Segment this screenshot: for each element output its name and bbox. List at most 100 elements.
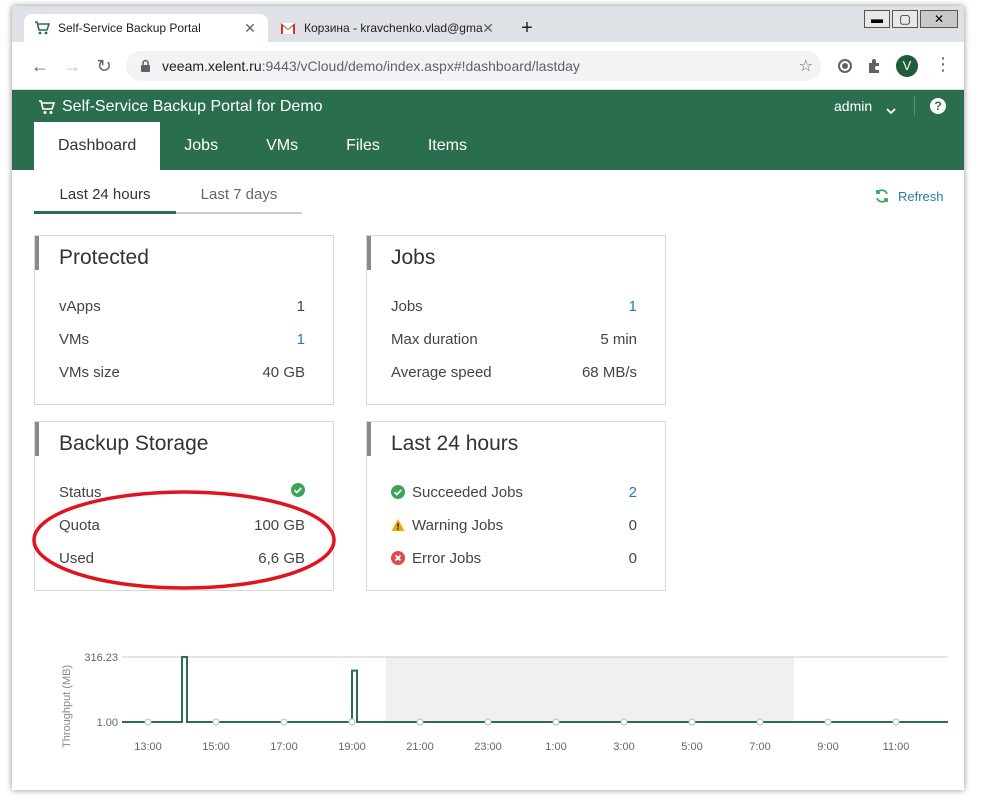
row-value: 6,6 GB bbox=[258, 549, 305, 567]
url-path: :9443/vCloud/demo/index.aspx#!dashboard/… bbox=[261, 58, 580, 74]
idle-shaded-region bbox=[386, 657, 794, 722]
x-tick-label: 3:00 bbox=[613, 741, 634, 753]
row-label: Error Jobs bbox=[412, 549, 482, 567]
close-tab-icon[interactable]: ✕ bbox=[480, 20, 496, 36]
row-value: 1 bbox=[296, 297, 305, 315]
card-row: Succeeded Jobs 2 bbox=[391, 482, 637, 502]
browser-menu-icon[interactable]: ⋮ bbox=[934, 54, 952, 75]
row-label: Succeeded Jobs bbox=[412, 483, 523, 501]
row-label: VMs bbox=[59, 330, 89, 348]
refresh-label: Refresh bbox=[898, 188, 944, 204]
x-tick-label: 9:00 bbox=[817, 741, 838, 753]
card-title: Last 24 hours bbox=[391, 432, 519, 455]
error-icon bbox=[391, 551, 405, 565]
help-icon[interactable]: ? bbox=[930, 98, 946, 114]
x-tick-label: 5:00 bbox=[681, 741, 702, 753]
minimize-button[interactable]: ▬ bbox=[864, 10, 890, 28]
card-row: Jobs 1 bbox=[391, 296, 637, 316]
bookmark-star-icon[interactable]: ☆ bbox=[799, 56, 813, 76]
succeeded-jobs-link[interactable]: 2 bbox=[629, 484, 637, 501]
row-label: Used bbox=[59, 549, 95, 567]
reload-icon[interactable]: ↻ bbox=[94, 56, 114, 76]
x-tick-label: 13:00 bbox=[134, 741, 162, 753]
card-row: Warning Jobs 0 bbox=[391, 515, 637, 535]
browser-window: Self-Service Backup Portal ✕ Корзина - k… bbox=[12, 6, 964, 790]
row-value: 68 MB/s bbox=[581, 363, 637, 381]
chevron-down-icon bbox=[886, 102, 896, 115]
card-accent bbox=[35, 422, 39, 456]
card-row: Max duration 5 min bbox=[391, 329, 637, 349]
row-value: 0 bbox=[628, 549, 637, 567]
x-tick-label: 23:00 bbox=[474, 741, 502, 753]
data-point-marker bbox=[484, 718, 492, 726]
refresh-icon bbox=[874, 188, 890, 204]
extensions-puzzle-icon[interactable] bbox=[866, 57, 884, 75]
close-window-button[interactable]: ✕ bbox=[920, 10, 958, 28]
success-icon bbox=[391, 485, 405, 499]
jobs-count-link[interactable]: 1 bbox=[629, 298, 637, 315]
data-point-marker bbox=[688, 718, 696, 726]
address-bar[interactable]: veeam.xelent.ru:9443/vCloud/demo/index.a… bbox=[126, 51, 821, 81]
user-menu[interactable]: admin bbox=[834, 98, 896, 115]
data-point-marker bbox=[620, 718, 628, 726]
refresh-button[interactable]: Refresh bbox=[874, 188, 944, 204]
profile-avatar[interactable]: V bbox=[896, 55, 918, 77]
nav-dashboard[interactable]: Dashboard bbox=[34, 122, 161, 170]
tab-last-7-days[interactable]: Last 7 days bbox=[176, 182, 302, 214]
check-circle-icon bbox=[291, 483, 305, 501]
new-tab-icon[interactable]: + bbox=[517, 18, 537, 38]
nav-jobs[interactable]: Jobs bbox=[160, 122, 242, 170]
x-tick-label: 21:00 bbox=[406, 741, 434, 753]
backup-storage-card: Backup Storage Status Quota 100 GB Used … bbox=[34, 421, 334, 591]
nav-files[interactable]: Files bbox=[322, 122, 404, 170]
nav-vms[interactable]: VMs bbox=[242, 122, 322, 170]
tab-backup-portal[interactable]: Self-Service Backup Portal ✕ bbox=[24, 14, 268, 42]
tab-last-24-hours[interactable]: Last 24 hours bbox=[34, 182, 176, 214]
app-title-text: Self-Service Backup Portal for Demo bbox=[62, 98, 323, 115]
protected-card: Protected vApps 1 VMs 1 VMs size 40 GB bbox=[34, 235, 334, 405]
main-nav: Dashboard Jobs VMs Files Items bbox=[34, 122, 491, 170]
app-header: Self-Service Backup Portal for Demo admi… bbox=[12, 90, 964, 170]
tab-title: Корзина - kravchenko.vlad@gma bbox=[304, 21, 483, 35]
forward-icon[interactable]: → bbox=[62, 56, 82, 76]
nav-items[interactable]: Items bbox=[404, 122, 491, 170]
row-label: Warning Jobs bbox=[412, 516, 504, 534]
tab-gmail[interactable]: Корзина - kravchenko.vlad@gma ✕ bbox=[270, 14, 506, 42]
card-row: vApps 1 bbox=[59, 296, 305, 316]
row-label: Max duration bbox=[391, 330, 478, 348]
header-divider bbox=[914, 96, 915, 116]
row-label: Status bbox=[59, 483, 102, 501]
extension-circle-icon[interactable] bbox=[836, 57, 854, 75]
close-tab-icon[interactable]: ✕ bbox=[242, 20, 258, 36]
warning-icon bbox=[391, 518, 405, 532]
card-title: Protected bbox=[59, 246, 149, 269]
app-title: Self-Service Backup Portal for Demo bbox=[38, 98, 323, 116]
jobs-card: Jobs Jobs 1 Max duration 5 min Average s… bbox=[366, 235, 666, 405]
url-host: veeam.xelent.ru bbox=[162, 58, 262, 74]
x-tick-label: 11:00 bbox=[883, 741, 910, 753]
vms-count-link[interactable]: 1 bbox=[297, 331, 305, 348]
row-value: 5 min bbox=[600, 330, 637, 348]
card-row: Average speed 68 MB/s bbox=[391, 362, 637, 382]
data-point-marker bbox=[552, 718, 560, 726]
tab-title: Self-Service Backup Portal bbox=[58, 21, 201, 35]
back-icon[interactable]: ← bbox=[30, 56, 50, 76]
card-row: Quota 100 GB bbox=[59, 515, 305, 535]
card-row: Error Jobs 0 bbox=[391, 548, 637, 568]
row-label: Average speed bbox=[391, 363, 492, 381]
data-point-marker bbox=[280, 718, 288, 726]
x-tick-label: 7:00 bbox=[749, 741, 770, 753]
gmail-icon bbox=[280, 20, 296, 36]
data-point-marker bbox=[212, 718, 220, 726]
cart-icon bbox=[34, 20, 50, 36]
cart-logo-icon bbox=[38, 99, 56, 115]
tab-strip: Self-Service Backup Portal ✕ Корзина - k… bbox=[12, 6, 964, 42]
restore-button[interactable]: ▢ bbox=[892, 10, 918, 28]
row-value: 100 GB bbox=[254, 516, 305, 534]
browser-toolbar: ← → ↻ veeam.xelent.ru:9443/vCloud/demo/i… bbox=[12, 42, 964, 90]
x-tick-label: 17:00 bbox=[270, 741, 298, 753]
user-name: admin bbox=[834, 98, 873, 114]
card-title: Jobs bbox=[391, 246, 436, 269]
data-point-marker bbox=[824, 718, 832, 726]
y-tick-label: 316.23 bbox=[84, 652, 118, 664]
